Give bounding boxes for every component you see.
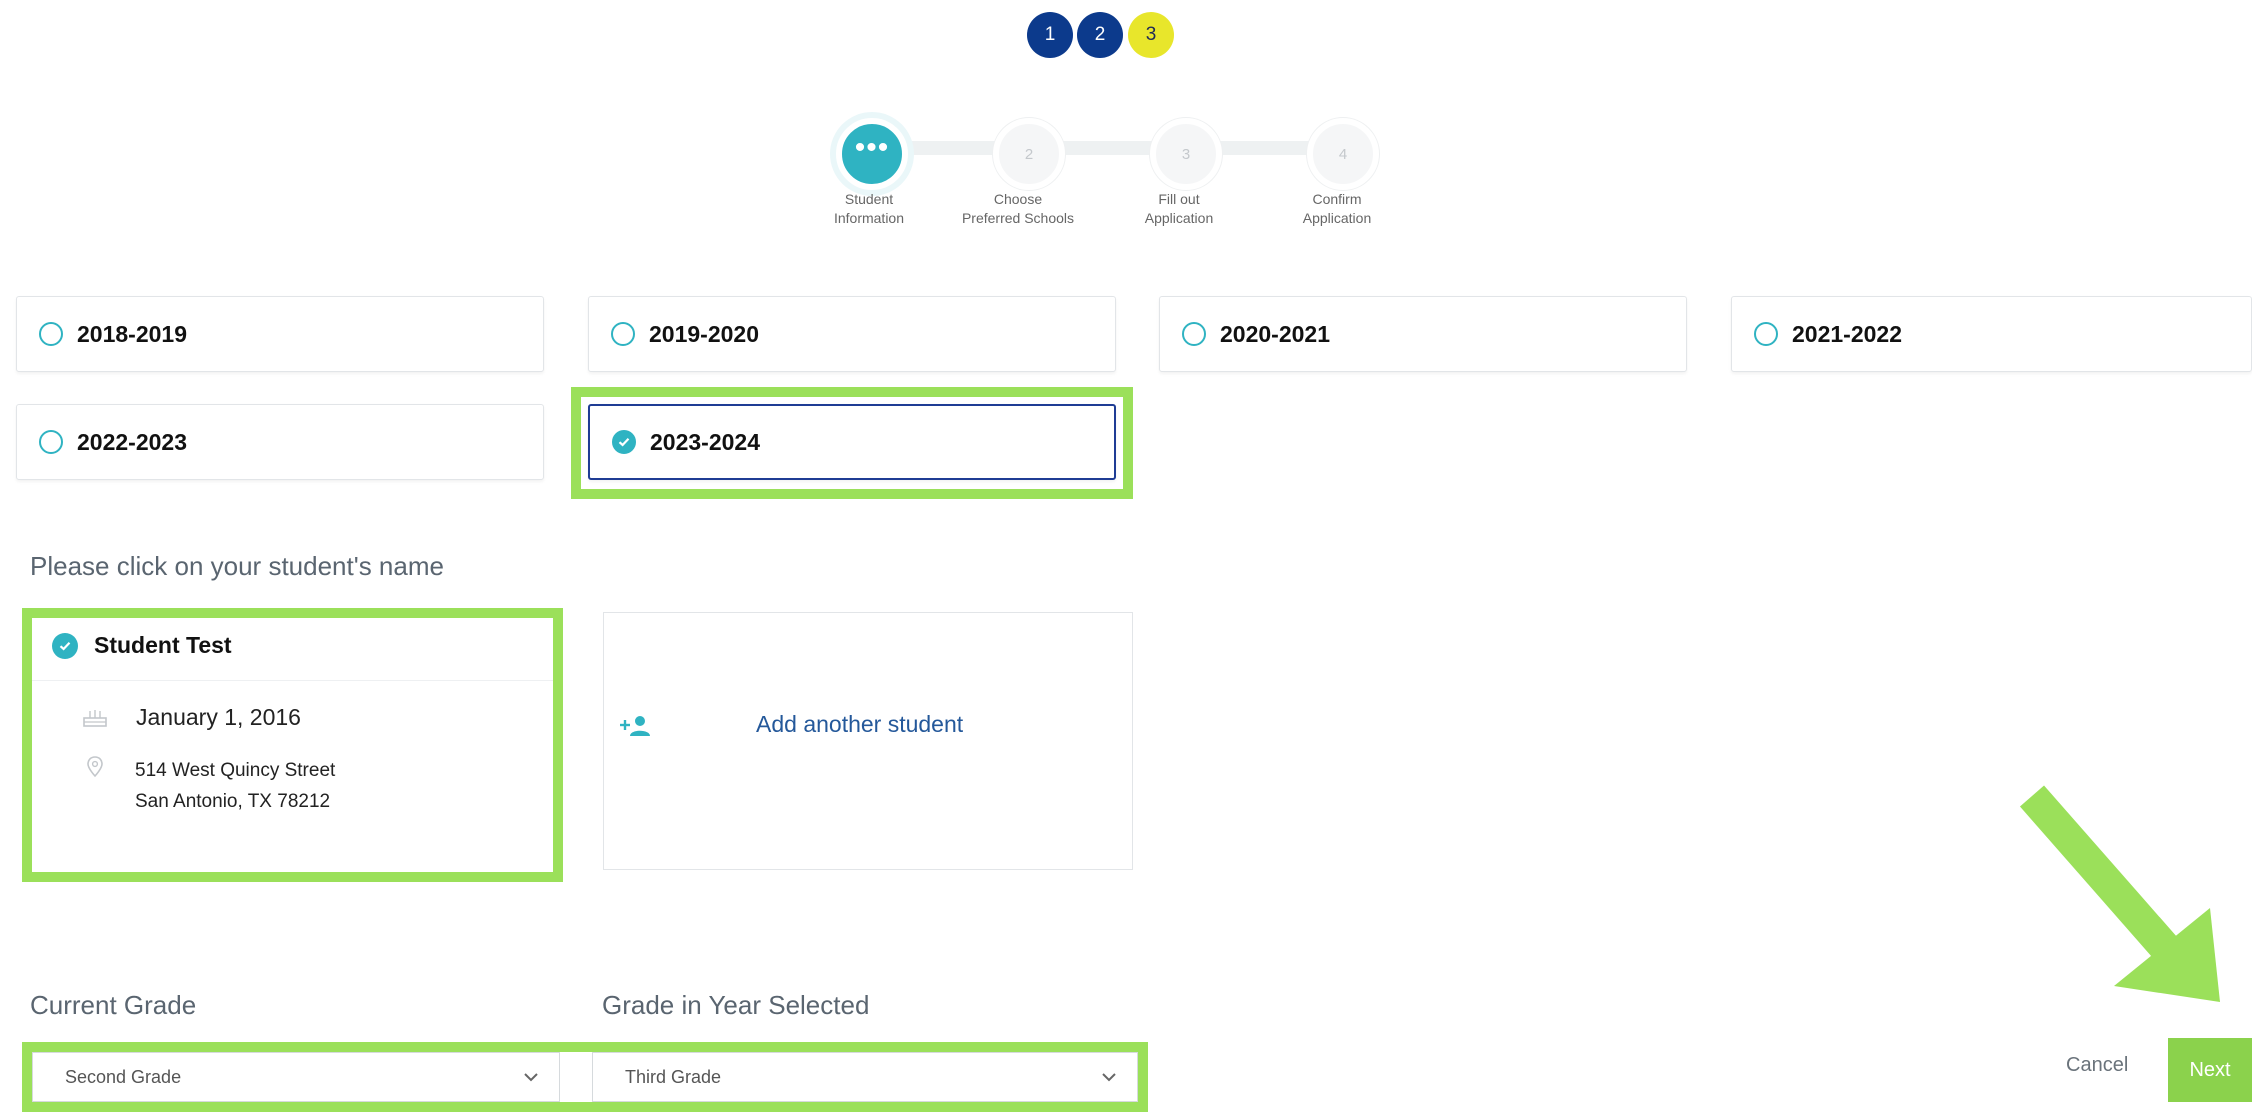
- year-label: 2023-2024: [650, 428, 760, 455]
- student-address-line1: 514 West Quincy Street: [135, 760, 336, 781]
- wizard-step-1-icon: •••: [836, 118, 908, 190]
- wizard-step-4-circle: 4: [1307, 118, 1379, 190]
- wizard-progress-track: [866, 141, 1346, 155]
- year-option-2019-2020[interactable]: 2019-2020: [588, 296, 1116, 372]
- radio-checked-icon[interactable]: [612, 430, 636, 454]
- grade-in-year-value: Third Grade: [625, 1066, 722, 1087]
- radio-unchecked-icon[interactable]: [1182, 322, 1206, 346]
- step-bubble-3: 3: [1128, 12, 1174, 58]
- year-option-2022-2023[interactable]: 2022-2023: [16, 404, 544, 480]
- step-bubble-1: 1: [1027, 12, 1073, 58]
- year-option-2020-2021[interactable]: 2020-2021: [1159, 296, 1687, 372]
- student-card[interactable]: Student Test January 1, 2016 514 West Qu…: [32, 618, 553, 872]
- year-label: 2018-2019: [77, 320, 187, 347]
- student-birthdate: January 1, 2016: [136, 704, 301, 730]
- student-name: Student Test: [94, 632, 232, 658]
- cancel-button[interactable]: Cancel: [2066, 1054, 2128, 1077]
- wizard-step-4-label: Confirm Application: [1302, 191, 1372, 226]
- current-grade-select[interactable]: Second Grade: [32, 1052, 560, 1102]
- step-bubble-2: 2: [1077, 12, 1123, 58]
- location-pin-icon: [86, 756, 104, 783]
- student-address-line2: San Antonio, TX 78212: [135, 791, 331, 812]
- wizard-step-2-circle: 2: [993, 118, 1065, 190]
- check-icon: [52, 632, 78, 659]
- add-person-icon: [618, 715, 652, 742]
- next-label: Next: [2189, 1058, 2231, 1081]
- year-option-2023-2024[interactable]: 2023-2024: [588, 404, 1116, 480]
- radio-unchecked-icon[interactable]: [39, 430, 63, 454]
- add-student-label[interactable]: Add another student: [756, 711, 963, 738]
- chevron-down-icon: [523, 1067, 539, 1088]
- grade-in-year-label: Grade in Year Selected: [602, 990, 870, 1020]
- radio-unchecked-icon[interactable]: [39, 322, 63, 346]
- wizard-step-2-label: Choose Preferred Schools: [961, 191, 1075, 226]
- arrow-annotation-icon: [2010, 780, 2250, 1025]
- grade-in-year-select[interactable]: Third Grade: [592, 1052, 1138, 1102]
- wizard-step-3-circle: 3: [1150, 118, 1222, 190]
- add-student-card[interactable]: Add another student: [603, 612, 1133, 870]
- wizard-step-3-label: Fill out Application: [1144, 191, 1214, 226]
- year-label: 2021-2022: [1792, 320, 1902, 347]
- current-grade-value: Second Grade: [65, 1066, 182, 1087]
- year-label: 2019-2020: [649, 320, 759, 347]
- radio-unchecked-icon[interactable]: [611, 322, 635, 346]
- current-grade-label: Current Grade: [30, 990, 197, 1020]
- student-prompt: Please click on your student's name: [30, 551, 444, 581]
- next-button[interactable]: Next: [2168, 1038, 2252, 1102]
- chevron-down-icon: [1101, 1067, 1117, 1088]
- radio-unchecked-icon[interactable]: [1754, 322, 1778, 346]
- cake-icon: [82, 706, 108, 733]
- year-option-2018-2019[interactable]: 2018-2019: [16, 296, 544, 372]
- year-label: 2022-2023: [77, 428, 187, 455]
- divider: [32, 680, 553, 681]
- year-option-2021-2022[interactable]: 2021-2022: [1731, 296, 2252, 372]
- year-label: 2020-2021: [1220, 320, 1330, 347]
- wizard-step-1-label: Student Information: [833, 191, 905, 226]
